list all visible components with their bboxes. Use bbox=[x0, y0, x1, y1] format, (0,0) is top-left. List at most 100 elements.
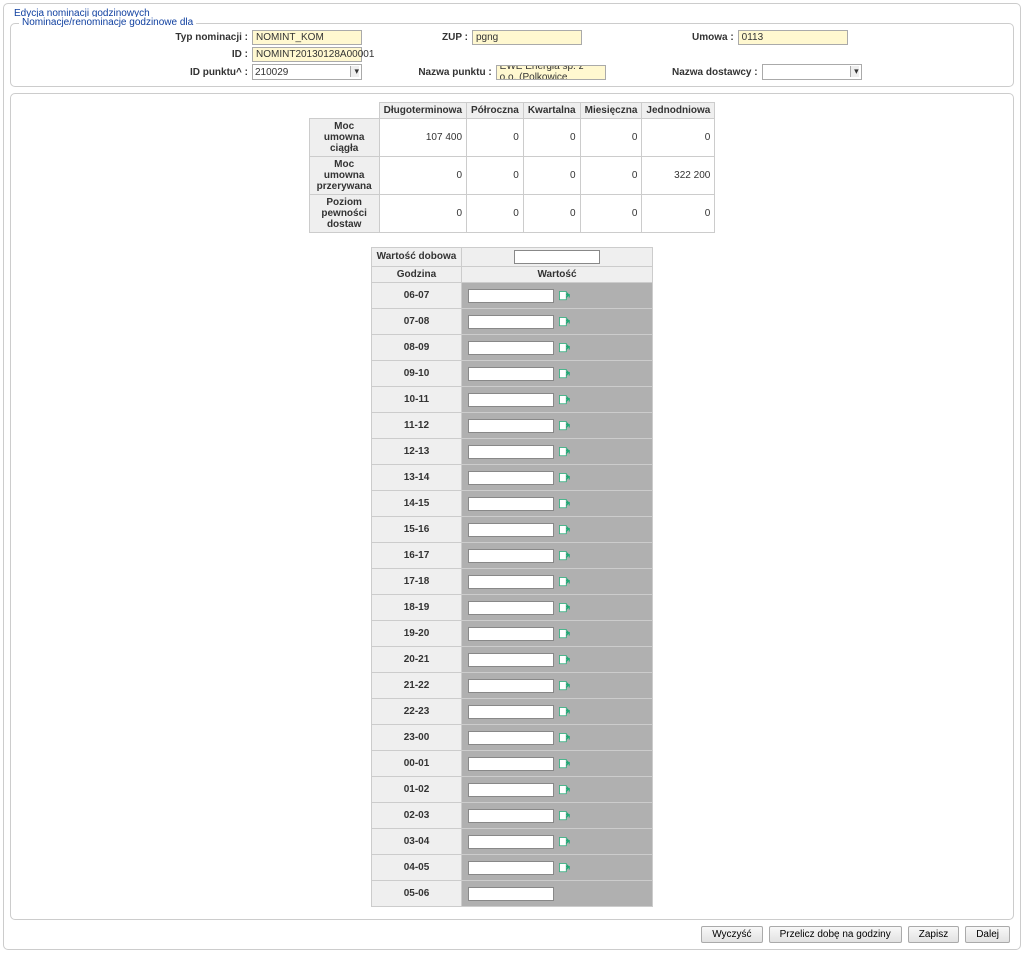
copy-down-icon[interactable] bbox=[558, 550, 570, 562]
wyczysc-button[interactable]: Wyczyść bbox=[701, 926, 762, 943]
copy-down-icon[interactable] bbox=[558, 420, 570, 432]
nazwadostawcy-select[interactable] bbox=[762, 64, 862, 80]
copy-down-icon[interactable] bbox=[558, 290, 570, 302]
hour-label: 02-03 bbox=[372, 803, 462, 828]
hour-label: 16-17 bbox=[372, 543, 462, 568]
umowa-field: 0113 bbox=[738, 30, 848, 45]
hour-input[interactable] bbox=[468, 341, 554, 355]
id-label: ID : bbox=[232, 49, 248, 60]
hour-row: 14-15 bbox=[371, 491, 653, 517]
hour-input[interactable] bbox=[468, 679, 554, 693]
typ-field: NOMINT_KOM bbox=[252, 30, 362, 45]
inner-title: Nominacje/renominacje godzinowe dla bbox=[19, 17, 196, 28]
copy-down-icon[interactable] bbox=[558, 316, 570, 328]
hour-row: 07-08 bbox=[371, 309, 653, 335]
hour-label: 06-07 bbox=[372, 283, 462, 308]
page-container: Edycja nominacji godzinowych Nominacje/r… bbox=[3, 3, 1021, 950]
copy-down-icon[interactable] bbox=[558, 446, 570, 458]
typ-label: Typ nominacji : bbox=[175, 32, 248, 43]
hour-input[interactable] bbox=[468, 523, 554, 537]
hour-row: 01-02 bbox=[371, 777, 653, 803]
hour-input[interactable] bbox=[468, 549, 554, 563]
nazwapunktu-field: EWE Energia sp. z o.o. (Polkowice bbox=[496, 65, 606, 80]
hour-label: 21-22 bbox=[372, 673, 462, 698]
copy-down-icon[interactable] bbox=[558, 836, 570, 848]
hour-input[interactable] bbox=[468, 601, 554, 615]
hour-row: 18-19 bbox=[371, 595, 653, 621]
copy-down-icon[interactable] bbox=[558, 784, 570, 796]
copy-down-icon[interactable] bbox=[558, 498, 570, 510]
hour-row: 02-03 bbox=[371, 803, 653, 829]
hour-label: 09-10 bbox=[372, 361, 462, 386]
hour-label: 01-02 bbox=[372, 777, 462, 802]
hour-label: 10-11 bbox=[372, 387, 462, 412]
hour-input[interactable] bbox=[468, 497, 554, 511]
summary-row-2: Poziom pewności dostaw 0 0 0 0 0 bbox=[309, 195, 715, 233]
hour-label: 23-00 bbox=[372, 725, 462, 750]
zapisz-button[interactable]: Zapisz bbox=[908, 926, 959, 943]
content-box: Długoterminowa Półroczna Kwartalna Miesi… bbox=[10, 93, 1014, 920]
copy-down-icon[interactable] bbox=[558, 654, 570, 666]
dalej-button[interactable]: Dalej bbox=[965, 926, 1010, 943]
dobowa-label: Wartość dobowa bbox=[372, 248, 462, 266]
copy-down-icon[interactable] bbox=[558, 732, 570, 744]
hour-input[interactable] bbox=[468, 861, 554, 875]
copy-down-icon[interactable] bbox=[558, 706, 570, 718]
copy-down-icon[interactable] bbox=[558, 472, 570, 484]
hour-input[interactable] bbox=[468, 419, 554, 433]
hour-input[interactable] bbox=[468, 289, 554, 303]
hour-input[interactable] bbox=[468, 783, 554, 797]
hour-label: 12-13 bbox=[372, 439, 462, 464]
copy-down-icon[interactable] bbox=[558, 342, 570, 354]
col-dlugoterminowa: Długoterminowa bbox=[379, 103, 466, 119]
hour-row: 03-04 bbox=[371, 829, 653, 855]
hour-row: 16-17 bbox=[371, 543, 653, 569]
copy-down-icon[interactable] bbox=[558, 628, 570, 640]
godzina-header: Godzina bbox=[372, 267, 462, 282]
copy-down-icon[interactable] bbox=[558, 602, 570, 614]
hour-input[interactable] bbox=[468, 315, 554, 329]
hour-input[interactable] bbox=[468, 445, 554, 459]
przelicz-button[interactable]: Przelicz dobę na godziny bbox=[769, 926, 902, 943]
copy-down-icon[interactable] bbox=[558, 680, 570, 692]
zup-field: pgng bbox=[472, 30, 582, 45]
hour-input[interactable] bbox=[468, 393, 554, 407]
hour-input[interactable] bbox=[468, 887, 554, 901]
hour-input[interactable] bbox=[468, 653, 554, 667]
hour-row: 09-10 bbox=[371, 361, 653, 387]
copy-down-icon[interactable] bbox=[558, 368, 570, 380]
hour-label: 15-16 bbox=[372, 517, 462, 542]
hour-row: 15-16 bbox=[371, 517, 653, 543]
hour-label: 17-18 bbox=[372, 569, 462, 594]
hour-label: 03-04 bbox=[372, 829, 462, 854]
summary-row-1: Moc umowna przerywana 0 0 0 0 322 200 bbox=[309, 157, 715, 195]
hour-row: 04-05 bbox=[371, 855, 653, 881]
hour-row: 12-13 bbox=[371, 439, 653, 465]
hour-input[interactable] bbox=[468, 627, 554, 641]
hour-input[interactable] bbox=[468, 757, 554, 771]
idpunktu-select[interactable]: 210029 bbox=[252, 64, 362, 80]
nazwadostawcy-label: Nazwa dostawcy : bbox=[672, 67, 758, 78]
copy-down-icon[interactable] bbox=[558, 862, 570, 874]
hour-input[interactable] bbox=[468, 731, 554, 745]
hour-input[interactable] bbox=[468, 835, 554, 849]
hour-row: 06-07 bbox=[371, 283, 653, 309]
col-kwartalna: Kwartalna bbox=[523, 103, 580, 119]
hour-label: 13-14 bbox=[372, 465, 462, 490]
copy-down-icon[interactable] bbox=[558, 394, 570, 406]
hour-row: 22-23 bbox=[371, 699, 653, 725]
hour-row: 19-20 bbox=[371, 621, 653, 647]
copy-down-icon[interactable] bbox=[558, 576, 570, 588]
copy-down-icon[interactable] bbox=[558, 524, 570, 536]
zup-label: ZUP : bbox=[442, 32, 468, 43]
wartosc-header: Wartość bbox=[462, 267, 652, 282]
copy-down-icon[interactable] bbox=[558, 810, 570, 822]
hour-label: 14-15 bbox=[372, 491, 462, 516]
dobowa-input[interactable] bbox=[514, 250, 600, 264]
hour-input[interactable] bbox=[468, 471, 554, 485]
hour-input[interactable] bbox=[468, 367, 554, 381]
hour-input[interactable] bbox=[468, 575, 554, 589]
hour-input[interactable] bbox=[468, 809, 554, 823]
copy-down-icon[interactable] bbox=[558, 758, 570, 770]
hour-input[interactable] bbox=[468, 705, 554, 719]
